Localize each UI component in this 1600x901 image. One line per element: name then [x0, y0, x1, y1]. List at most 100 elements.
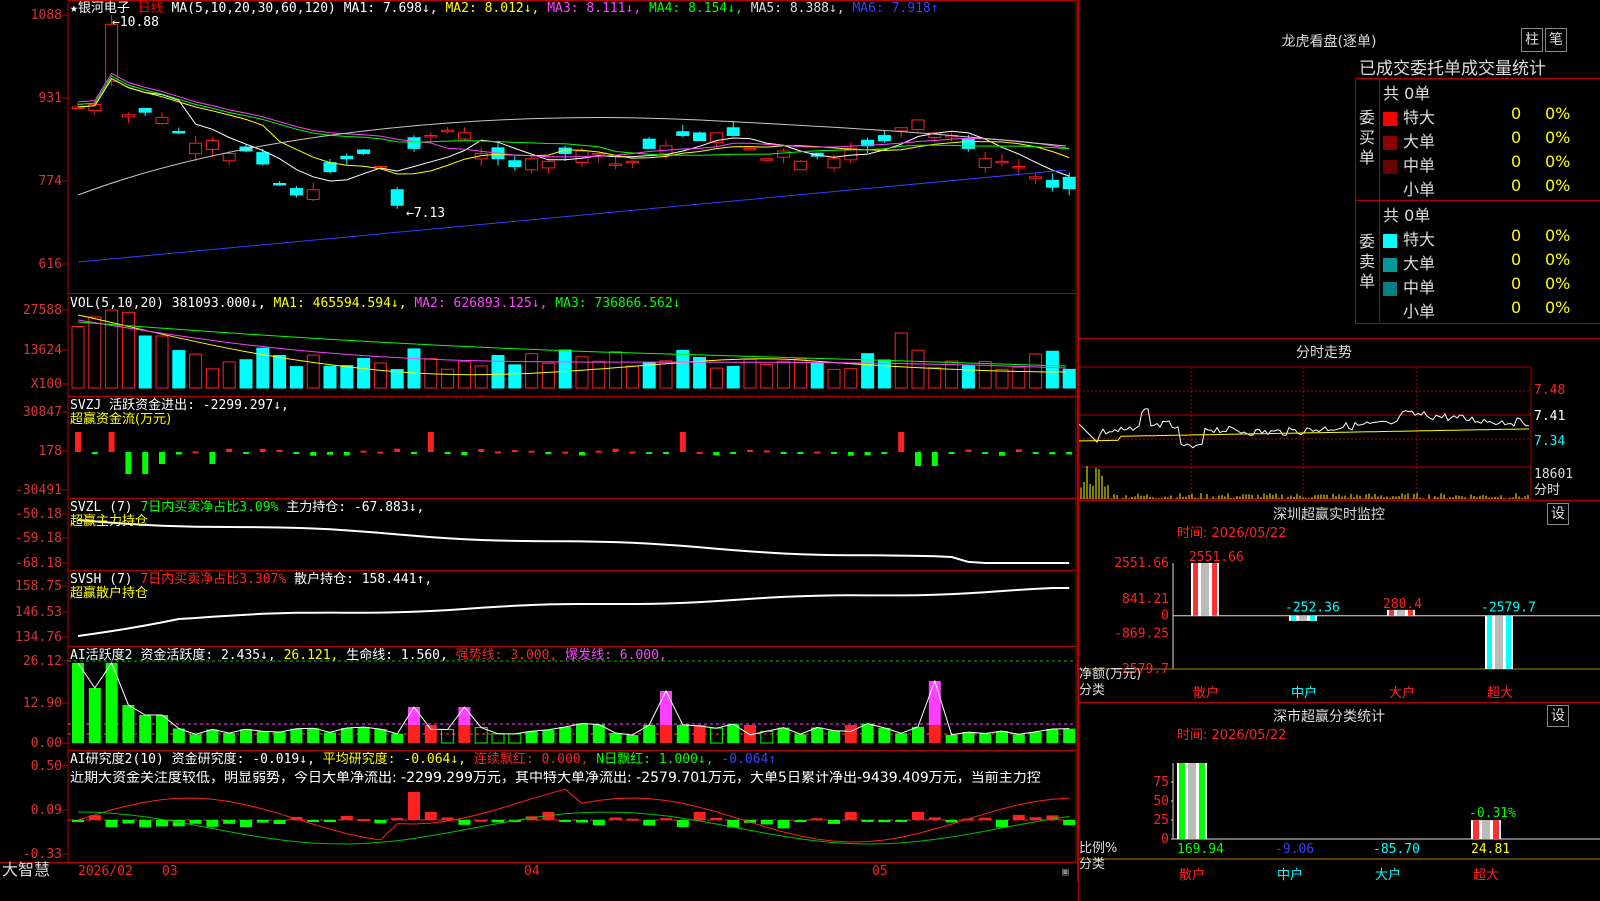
szc-bar-3 [1471, 820, 1501, 839]
volume-bar [508, 364, 522, 389]
volume-bar [558, 349, 572, 389]
research-bar [609, 817, 622, 820]
capital-flow-bar [360, 450, 367, 453]
szc-y-title: 比例% [1079, 841, 1118, 856]
low-mark-value: 7.13 [413, 206, 446, 221]
ai2-red-ndays: N日飘红: 1.000↓, [596, 752, 714, 767]
research-bar [895, 820, 908, 822]
sell-row-label: 特大 [1403, 230, 1436, 249]
buy-color-swatch [1383, 111, 1397, 126]
volume-bar [88, 316, 102, 389]
buy-total: 共 0单 [1383, 84, 1431, 103]
tick-mode-button[interactable]: 笔 [1545, 28, 1567, 52]
capital-flow-bar [663, 452, 669, 454]
main-chart-area[interactable] [0, 0, 1078, 882]
capital-flow-bar [864, 452, 871, 456]
szc-bar-edge [1473, 820, 1479, 839]
svsh-value: 散户持仓: 158.441↑, [294, 572, 433, 587]
sell-color-swatch [1383, 306, 1397, 320]
capital-flow-bar [965, 449, 972, 452]
activity-bar-hollow [474, 727, 488, 744]
volume-bar [172, 350, 186, 389]
szm-bar-edge2 [1212, 563, 1217, 616]
szm-category-label: 大户 [1389, 685, 1415, 701]
activity-bar [609, 732, 622, 743]
research-bar [357, 818, 370, 821]
buy-row-count: 0 [1511, 128, 1522, 147]
capital-flow-bar [159, 452, 165, 464]
szc-ytick: 50 [1153, 794, 1169, 809]
szm-bar-mid [1299, 615, 1307, 621]
szm-bar-edge [1193, 563, 1198, 616]
volume-bar [373, 362, 387, 389]
research-bar [794, 820, 807, 823]
capital-flow-bar [142, 452, 149, 474]
capital-flow-bar [411, 452, 417, 455]
sell-row-count: 0 [1511, 250, 1522, 269]
bar-mode-button[interactable]: 柱 [1521, 28, 1543, 52]
capital-flow-bar [461, 452, 468, 456]
svzj-ytick-1: 178 [38, 444, 62, 459]
capital-flow-bar [310, 452, 317, 456]
ai1-lifeline: 生命线: 1.560, [346, 648, 448, 663]
sell-side-label: 委卖单 [1359, 232, 1376, 291]
volume-bar [743, 358, 757, 389]
research-bar [374, 820, 387, 824]
sell-color-swatch [1383, 281, 1397, 296]
szm-bar-mid [1201, 563, 1209, 616]
sell-row-2: 中单 0 0% [1383, 274, 1600, 298]
main-legend: ★银河电子 日线 MA(5,10,20,30,60,120) MA1: 7.69… [70, 1, 939, 16]
buy-color-swatch [1383, 184, 1397, 198]
fenshi-panel[interactable]: 分时走势 7.48 7.41 7.34 18601 分时 [1078, 338, 1600, 501]
candle-body [508, 160, 522, 167]
research-bar [844, 812, 857, 820]
candle-body [289, 188, 303, 196]
candle-body [693, 132, 707, 142]
volume-bar [995, 368, 1009, 389]
candle-body [424, 134, 438, 138]
activity-bar [307, 728, 320, 743]
capital-flow-bar [931, 452, 938, 466]
activity-bar [1063, 728, 1076, 743]
research-bar [811, 818, 824, 821]
axis-date-start: 2026/02 [78, 864, 133, 879]
svsh-ytick-2: 134.76 [15, 630, 62, 645]
buy-row-pct: 0% [1545, 128, 1571, 147]
candle-body [793, 160, 807, 171]
activity-bar-hollow [508, 733, 522, 744]
stock-name[interactable]: 银河电子 [78, 1, 130, 16]
activity-bar [139, 715, 152, 743]
activity-bar [189, 734, 202, 743]
szm-ytick: -869.25 [1114, 627, 1169, 642]
capital-flow-bar [528, 450, 535, 453]
szm-bar-3 [1485, 615, 1513, 669]
szm-y-title: 净额(万元) [1079, 667, 1142, 682]
candle-body [726, 127, 740, 136]
capital-flow-bar [226, 448, 233, 452]
activity-bar [979, 733, 992, 743]
sell-total: 共 0单 [1383, 206, 1431, 225]
volume-bar [793, 358, 807, 389]
activity-bar-hollow [491, 733, 505, 744]
volume-bar [239, 359, 253, 389]
lhb-title: 龙虎看盘(逐单) [1281, 34, 1377, 50]
period-label[interactable]: 日线 [138, 1, 164, 16]
fs-vol-unit: 分时 [1534, 483, 1561, 498]
volume-bar [289, 366, 303, 389]
ai2-comment: 近期大资金关注度较低，明显弱势，今日大单净流出: -2299.299万元，其中特… [70, 771, 1041, 786]
axis-month-05: 05 [872, 864, 888, 879]
lock-icon[interactable]: ▣ [1062, 864, 1069, 879]
star-icon: ★ [70, 1, 78, 16]
volume-bar [525, 353, 539, 389]
candle-body [592, 153, 606, 156]
main-ytick-1: 931 [38, 91, 62, 106]
volume-bar [928, 367, 942, 389]
volume-bar [306, 354, 320, 389]
szc-category-label: 中户 [1277, 867, 1303, 883]
candle-body [189, 142, 203, 155]
vol-ma2: MA2: 626893.125↓, [414, 296, 548, 311]
candle-body [877, 135, 891, 142]
candle-body [1029, 176, 1043, 180]
svzl-ytick-0: -50.18 [15, 507, 62, 522]
buy-row-count: 0 [1511, 176, 1522, 195]
